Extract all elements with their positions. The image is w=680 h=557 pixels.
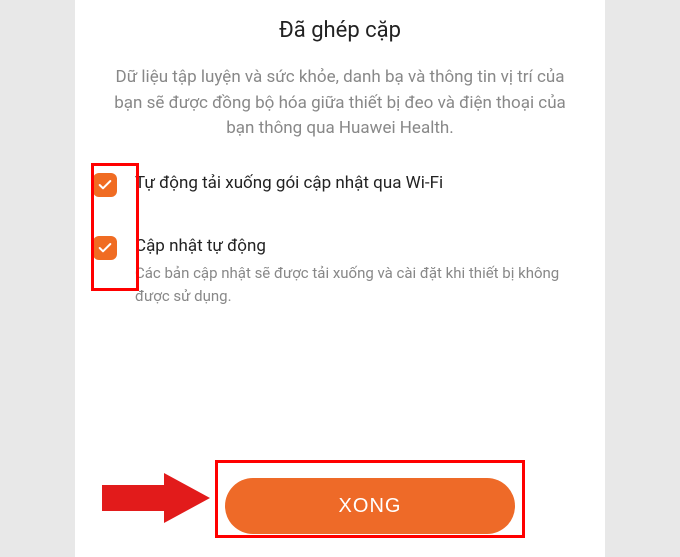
options-group: Tự động tải xuống gói cập nhật qua Wi-Fi… <box>93 172 587 308</box>
check-icon <box>97 177 113 193</box>
option-sublabel: Các bản cập nhật sẽ được tải xuống và cà… <box>135 262 587 307</box>
annotation-arrow-icon <box>102 473 210 527</box>
checkbox-auto-update[interactable] <box>93 236 117 260</box>
option-text-wrap: Cập nhật tự động Các bản cập nhật sẽ đượ… <box>135 235 587 308</box>
page-title: Đã ghép cặp <box>93 18 587 43</box>
option-label: Tự động tải xuống gói cập nhật qua Wi-Fi <box>135 172 587 196</box>
option-wifi-download[interactable]: Tự động tải xuống gói cập nhật qua Wi-Fi <box>93 172 587 197</box>
done-button[interactable]: XONG <box>225 478 515 534</box>
option-auto-update[interactable]: Cập nhật tự động Các bản cập nhật sẽ đượ… <box>93 235 587 308</box>
option-label: Cập nhật tự động <box>135 235 587 259</box>
check-icon <box>97 240 113 256</box>
checkbox-wifi-download[interactable] <box>93 173 117 197</box>
sync-description: Dữ liệu tập luyện và sức khỏe, danh bạ v… <box>93 65 587 142</box>
option-text-wrap: Tự động tải xuống gói cập nhật qua Wi-Fi <box>135 172 587 196</box>
